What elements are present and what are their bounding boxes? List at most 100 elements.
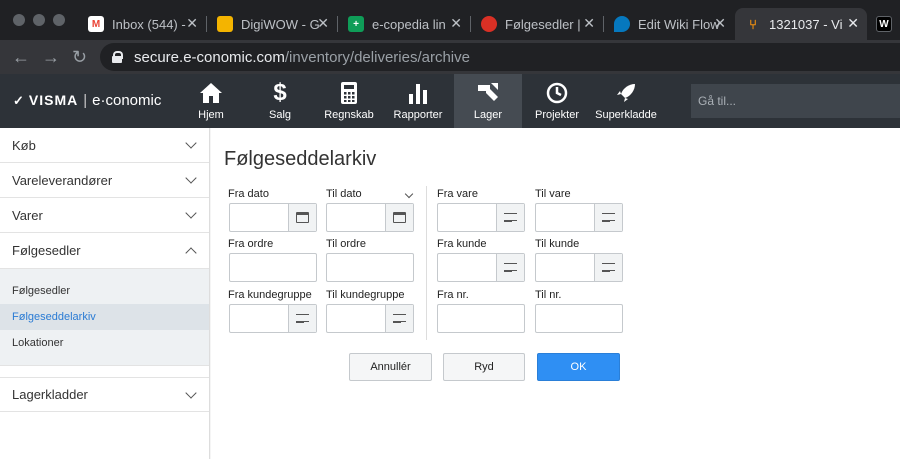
close-icon[interactable]: ✕ (714, 15, 726, 32)
til-ordre-label: Til ordre (326, 238, 366, 250)
ok-button[interactable]: OK (537, 353, 620, 381)
sheets-icon: + (348, 16, 364, 32)
chevron-down-icon[interactable] (404, 189, 414, 199)
list-icon (602, 212, 615, 223)
close-icon[interactable]: ✕ (317, 15, 329, 32)
nav-rapporter[interactable]: Rapporter (389, 74, 447, 128)
chevron-down-icon (185, 137, 197, 149)
nav-superkladde[interactable]: Superkladde (594, 74, 658, 128)
browser-tab-gmail[interactable]: M Inbox (544) - ✕ (78, 8, 206, 40)
sidebar: Køb Vareleverandører Varer Følgesedler F… (0, 128, 210, 459)
window-zoom-dot[interactable] (53, 14, 65, 26)
til-dato-field[interactable] (326, 203, 414, 232)
logo-brand: VISMA (13, 92, 78, 109)
browser-tab-folgesedler[interactable]: Følgesedler | ✕ (471, 8, 603, 40)
nav-salg[interactable]: $ Salg (257, 74, 303, 128)
nav-hjem[interactable]: Hjem (188, 74, 234, 128)
til-ordre-field[interactable] (326, 253, 414, 282)
nav-projekter[interactable]: Projekter (530, 74, 584, 128)
gmail-icon: M (88, 16, 104, 32)
til-kunde-field[interactable] (535, 253, 623, 282)
cancel-button[interactable]: Annullér (349, 353, 432, 381)
url-field[interactable]: secure.e-conomic.com/inventory/deliverie… (100, 43, 900, 71)
sidebar-subitem-lokationer[interactable]: Lokationer (0, 330, 209, 356)
sidebar-item-varer[interactable]: Varer (0, 198, 209, 233)
browser-tab-bar: M Inbox (544) - ✕ DigiWOW - G ✕ + e-cope… (0, 0, 900, 40)
browser-tab-ecopedia[interactable]: + e-copedia lin ✕ (338, 8, 470, 40)
fra-kundegruppe-label: Fra kundegruppe (228, 289, 312, 301)
slides-icon (217, 16, 233, 32)
logo-product: e·conomic (92, 92, 162, 109)
fra-nr-field[interactable] (437, 304, 525, 333)
lookup-button[interactable] (594, 204, 622, 231)
calculator-icon (341, 80, 357, 106)
nav-label: Salg (268, 109, 292, 121)
fra-ordre-field[interactable] (229, 253, 317, 282)
lookup-button[interactable] (385, 305, 413, 332)
chevron-down-icon (185, 386, 197, 399)
search-input[interactable]: Gå til... (691, 84, 900, 118)
lookup-button[interactable] (288, 305, 316, 332)
sidebar-item-label: Varer (12, 207, 43, 223)
close-icon[interactable]: ✕ (847, 15, 859, 32)
til-nr-field[interactable] (535, 304, 623, 333)
til-vare-label: Til vare (535, 188, 571, 200)
window-close-dot[interactable] (13, 14, 25, 26)
nav-label: Projekter (534, 109, 580, 121)
browser-tab-active[interactable]: ⑂ 1321037 - Vi ✕ (735, 8, 867, 40)
lock-icon (112, 51, 123, 63)
dollar-icon: $ (273, 79, 287, 106)
browser-tab-editwiki[interactable]: Edit Wiki Flow ✕ (604, 8, 734, 40)
lookup-button[interactable] (496, 204, 524, 231)
sidebar-subitem-folgeseddelarkiv[interactable]: Følgeseddelarkiv (0, 304, 209, 330)
calendar-button[interactable] (385, 204, 413, 231)
list-icon (504, 212, 517, 223)
chevron-down-icon (185, 172, 197, 184)
reload-icon[interactable]: ↻ (72, 47, 87, 68)
fra-dato-label: Fra dato (228, 188, 269, 200)
close-icon[interactable]: ✕ (450, 15, 462, 32)
fra-kundegruppe-field[interactable] (229, 304, 317, 333)
browser-tab-w[interactable]: W (868, 8, 900, 40)
close-icon[interactable]: ✕ (583, 15, 595, 32)
nav-label: Hjem (198, 109, 224, 121)
window-minimize-dot[interactable] (33, 14, 45, 26)
clear-button[interactable]: Ryd (443, 353, 525, 381)
fra-vare-field[interactable] (437, 203, 525, 232)
browser-tab-digiwow[interactable]: DigiWOW - G ✕ (207, 8, 337, 40)
nav-label: Rapporter (393, 109, 443, 121)
logo-separator: | (83, 92, 88, 109)
sidebar-item-folgesedler[interactable]: Følgesedler (0, 233, 209, 269)
lookup-button[interactable] (594, 254, 622, 281)
sidebar-item-label: Følgesedler (12, 243, 81, 258)
sidebar-item-vareleverandorer[interactable]: Vareleverandører (0, 163, 209, 198)
til-dato-label: Til dato (326, 188, 362, 200)
sidebar-item-kob[interactable]: Køb (0, 128, 209, 163)
fra-dato-field[interactable] (229, 203, 317, 232)
nav-label: Regnskab (324, 109, 374, 121)
nav-lager[interactable]: Lager (454, 74, 522, 128)
close-icon[interactable]: ✕ (186, 15, 198, 32)
lookup-button[interactable] (496, 254, 524, 281)
nav-label: Lager (473, 109, 503, 121)
tab-label: 1321037 - Vi (769, 16, 843, 32)
tab-label: e-copedia lin (372, 16, 446, 32)
chevron-down-icon (185, 207, 197, 219)
forward-arrow-icon[interactable]: → (42, 47, 60, 68)
sidebar-item-lagerkladder[interactable]: Lagerkladder (0, 377, 209, 412)
til-vare-field[interactable] (535, 203, 623, 232)
sidebar-item-label: Vareleverandører (12, 172, 113, 188)
fra-nr-label: Fra nr. (437, 289, 469, 301)
bar-chart-icon (408, 80, 428, 106)
visma-economic-logo[interactable]: VISMA | e·conomic (13, 92, 161, 109)
fra-kunde-field[interactable] (437, 253, 525, 282)
calendar-button[interactable] (288, 204, 316, 231)
back-arrow-icon[interactable]: ← (12, 47, 30, 68)
tab-label: Inbox (544) - (112, 16, 186, 32)
nav-label: Superkladde (595, 109, 657, 121)
sidebar-subitem-folgesedler[interactable]: Følgesedler (0, 278, 209, 304)
home-icon (199, 80, 223, 106)
nav-regnskab[interactable]: Regnskab (320, 74, 378, 128)
list-icon (602, 262, 615, 273)
til-kundegruppe-field[interactable] (326, 304, 414, 333)
